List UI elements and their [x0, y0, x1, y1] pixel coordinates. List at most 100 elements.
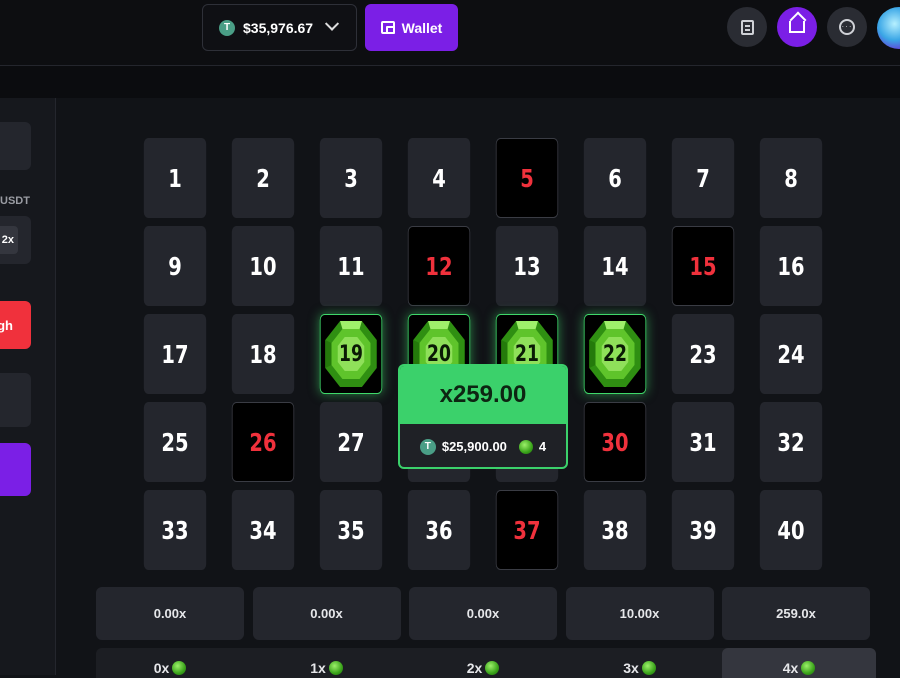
tile-number: 8	[784, 163, 798, 193]
tile-number: 21	[515, 341, 539, 367]
wallet-button[interactable]: Wallet	[365, 4, 458, 51]
tile-number: 32	[777, 427, 805, 457]
tile-number: 31	[689, 427, 717, 457]
crown-icon	[789, 21, 805, 33]
tile-number: 35	[337, 515, 365, 545]
keno-tile[interactable]: 32	[759, 402, 823, 482]
tile-number: 12	[425, 251, 453, 281]
keno-tile[interactable]: 13	[495, 226, 559, 306]
keno-tile[interactable]: 27	[319, 402, 383, 482]
keno-tile[interactable]: 16	[759, 226, 823, 306]
tile-number: 14	[601, 251, 629, 281]
auto-pick-button[interactable]	[0, 373, 31, 427]
balance-amount: $35,976.67	[243, 19, 314, 36]
usdt-icon: T	[219, 19, 235, 36]
keno-tile[interactable]: 12	[407, 226, 471, 306]
tile-number: 37	[513, 515, 541, 545]
keno-tile[interactable]: 24	[759, 314, 823, 394]
tile-number: 39	[689, 515, 717, 545]
tile-number: 16	[777, 251, 805, 281]
result-payout: $25,900.00	[441, 439, 507, 454]
keno-tile[interactable]: 26	[231, 402, 295, 482]
tile-number: 36	[425, 515, 453, 545]
keno-tile[interactable]: 2	[231, 138, 295, 218]
keno-tile[interactable]: 19	[319, 314, 383, 394]
keno-tile[interactable]: 25	[143, 402, 207, 482]
hit-count-cell: 1x	[253, 648, 401, 678]
keno-tile[interactable]: 37	[495, 490, 559, 570]
gem-icon	[518, 439, 533, 454]
hit-count-cell: 2x	[409, 648, 557, 678]
keno-tile[interactable]: 9	[143, 226, 207, 306]
tile-number: 26	[249, 427, 277, 457]
keno-tile[interactable]: 33	[143, 490, 207, 570]
tile-number: 25	[161, 427, 189, 457]
sub-bar	[0, 66, 900, 98]
risk-high-button[interactable]: gh	[0, 301, 31, 349]
chat-icon: ···	[839, 19, 855, 35]
hit-count-cell: 0x	[96, 648, 244, 678]
bet-amount-field[interactable]	[0, 122, 31, 170]
multiplier-chip[interactable]: 2x	[0, 226, 18, 254]
chat-button[interactable]: ···	[827, 7, 867, 47]
keno-tile[interactable]: 4	[407, 138, 471, 218]
keno-tile[interactable]: 23	[671, 314, 735, 394]
keno-tile[interactable]: 36	[407, 490, 471, 570]
result-multiplier: x259.00	[400, 366, 566, 424]
bet-button[interactable]	[0, 443, 31, 496]
wallet-icon	[380, 21, 395, 34]
keno-tile[interactable]: 22	[583, 314, 647, 394]
payout-cell: 10.00x	[565, 587, 714, 640]
keno-tile[interactable]: 17	[143, 314, 207, 394]
keno-tile[interactable]: 39	[671, 490, 735, 570]
tile-number: 22	[603, 341, 627, 367]
keno-tile[interactable]: 11	[319, 226, 383, 306]
payout-cell: 0.00x	[409, 587, 557, 640]
usdt-icon: T	[419, 438, 436, 455]
keno-tile[interactable]: 38	[583, 490, 647, 570]
result-popup: x259.00 T $25,900.00 4	[398, 364, 568, 469]
keno-tile[interactable]: 3	[319, 138, 383, 218]
tile-number: 11	[337, 251, 365, 281]
keno-tile[interactable]: 10	[231, 226, 295, 306]
gem-icon	[485, 661, 500, 675]
keno-tile[interactable]: 6	[583, 138, 647, 218]
tile-number: 4	[432, 163, 446, 193]
hit-count-label: 0x	[153, 660, 170, 676]
vip-button[interactable]	[777, 7, 817, 47]
keno-tile[interactable]: 18	[231, 314, 295, 394]
keno-tile[interactable]: 14	[583, 226, 647, 306]
keno-tile[interactable]: 8	[759, 138, 823, 218]
tile-number: 13	[513, 251, 541, 281]
payout-cell: 0.00x	[252, 587, 401, 640]
keno-tile[interactable]: 15	[671, 226, 735, 306]
keno-tile[interactable]: 30	[583, 402, 647, 482]
keno-tile[interactable]: 35	[319, 490, 383, 570]
tile-number: 38	[601, 515, 629, 545]
tile-number: 20	[427, 341, 451, 367]
gem-icon	[641, 661, 656, 675]
keno-tile[interactable]: 5	[495, 138, 559, 218]
gem-icon	[801, 661, 816, 675]
tile-number: 33	[161, 515, 189, 545]
tile-number: 23	[689, 339, 717, 369]
chevron-down-icon	[325, 16, 340, 31]
keno-tile[interactable]: 31	[671, 402, 735, 482]
tile-number: 17	[161, 339, 189, 369]
keno-tile[interactable]: 40	[759, 490, 823, 570]
hit-count-cell: 3x	[566, 648, 714, 678]
tile-number: 40	[777, 515, 805, 545]
tile-number: 19	[339, 341, 363, 367]
payout-cell: 0.00x	[96, 587, 244, 640]
gem-icon: 19	[324, 319, 379, 389]
avatar[interactable]	[877, 7, 900, 49]
hit-count-label: 3x	[623, 660, 639, 676]
hit-count-label: 4x	[782, 660, 799, 676]
balance-selector[interactable]: T $35,976.67	[202, 4, 357, 51]
keno-tile[interactable]: 34	[231, 490, 295, 570]
transactions-button[interactable]	[727, 7, 767, 47]
keno-tile[interactable]: 1	[143, 138, 207, 218]
tile-number: 5	[520, 163, 534, 193]
tile-number: 6	[608, 163, 622, 193]
keno-tile[interactable]: 7	[671, 138, 735, 218]
